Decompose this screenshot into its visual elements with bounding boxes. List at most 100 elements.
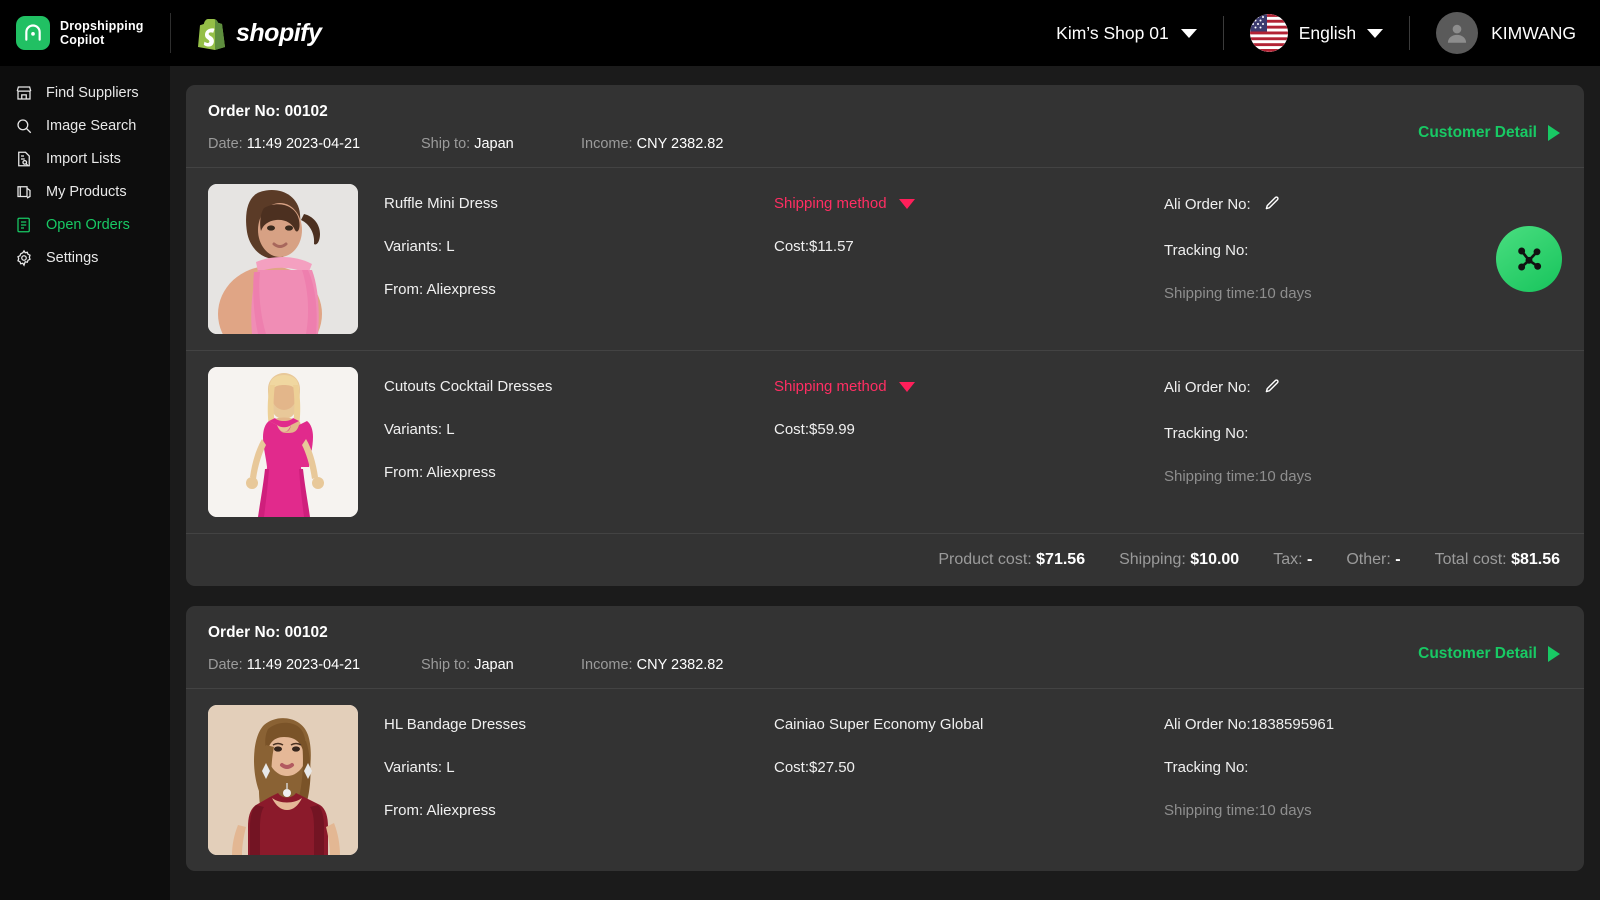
shopify-wordmark: shopify: [236, 18, 322, 47]
chevron-down-icon: [1180, 28, 1197, 38]
top-bar-right: Kim’s Shop 01 English KIMWANG: [1056, 0, 1600, 66]
brand-name: Dropshipping Copilot: [60, 19, 144, 47]
user-name: KIMWANG: [1491, 22, 1576, 43]
fulfillment-info: Ali Order No:1838595961 Tracking No: Shi…: [1164, 705, 1562, 819]
gear-icon: [14, 248, 33, 267]
order-number: Order No: 00102: [208, 624, 328, 641]
product-cost: Cost:$59.99: [774, 421, 855, 438]
order-meta: Date: 11:49 2023-04-21 Ship to: Japan In…: [208, 136, 1562, 152]
total-shipping: Shipping: $10.00: [1119, 551, 1240, 568]
tag-products-icon: [14, 182, 33, 201]
shipping-info: Shipping method Cost:$59.99: [774, 367, 1164, 481]
sidebar-item-label: My Products: [46, 183, 127, 200]
share-nodes-button[interactable]: [1496, 226, 1562, 292]
shipping-method-dropdown[interactable]: Shipping method: [774, 378, 915, 395]
order-income: Income: CNY 2382.82: [581, 657, 724, 673]
product-thumbnail[interactable]: [208, 705, 358, 855]
shipping-method-value: Cainiao Super Economy Global: [774, 716, 984, 733]
product-info: Cutouts Cocktail Dresses Variants: L Fro…: [384, 367, 774, 481]
chevron-down-icon: [1367, 28, 1384, 38]
product-cost: Cost:$27.50: [774, 759, 855, 776]
order-card: Order No: 00102 Date: 11:49 2023-04-21 S…: [186, 606, 1584, 871]
order-income: Income: CNY 2382.82: [581, 136, 724, 152]
order-item-row: HL Bandage Dresses Variants: L From: Ali…: [186, 688, 1584, 871]
order-item-row: Cutouts Cocktail Dresses Variants: L Fro…: [186, 350, 1584, 533]
customer-detail-label: Customer Detail: [1418, 645, 1537, 662]
pencil-edit-icon[interactable]: [1263, 378, 1280, 399]
order-item-row: Ruffle Mini Dress Variants: L From: Alie…: [186, 167, 1584, 350]
sidebar-item-my-products[interactable]: My Products: [0, 175, 170, 208]
divider: [1409, 16, 1411, 50]
ali-order-no: Ali Order No:: [1164, 195, 1562, 216]
order-number: Order No: 00102: [208, 103, 328, 120]
shipping-info: Cainiao Super Economy Global Cost:$27.50: [774, 705, 1164, 819]
product-info: HL Bandage Dresses Variants: L From: Ali…: [384, 705, 774, 819]
product-source: From: Aliexpress: [384, 464, 496, 481]
chevron-down-icon: [898, 381, 915, 392]
product-variant: Variants: L: [384, 238, 455, 255]
product-cost: Cost:$11.57: [774, 238, 854, 255]
sidebar-item-settings[interactable]: Settings: [0, 241, 170, 274]
order-header: Order No: 00102 Date: 11:49 2023-04-21 S…: [186, 85, 1584, 167]
brand-divider: [170, 13, 171, 53]
sidebar-item-image-search[interactable]: Image Search: [0, 109, 170, 142]
total-cost: Total cost: $81.56: [1434, 551, 1560, 568]
shipping-time: Shipping time:10 days: [1164, 285, 1312, 302]
customer-detail-link[interactable]: Customer Detail: [1418, 124, 1560, 142]
product-variant: Variants: L: [384, 759, 455, 776]
shipping-info: Shipping method Cost:$11.57: [774, 184, 1164, 298]
tracking-no: Tracking No:: [1164, 425, 1249, 442]
sidebar-item-label: Open Orders: [46, 216, 130, 233]
sidebar-item-open-orders[interactable]: Open Orders: [0, 208, 170, 241]
sidebar-item-label: Import Lists: [46, 150, 121, 167]
language-selector[interactable]: English: [1249, 14, 1384, 52]
product-variant: Variants: L: [384, 421, 455, 438]
sidebar-item-import-lists[interactable]: Import Lists: [0, 142, 170, 175]
shipping-time: Shipping time:10 days: [1164, 468, 1312, 485]
product-source: From: Aliexpress: [384, 281, 496, 298]
shipping-method-label: Shipping method: [774, 378, 887, 395]
app-logo-icon: [16, 16, 50, 50]
total-other: Other: -: [1346, 551, 1401, 568]
share-nodes-icon: [1518, 247, 1542, 271]
fulfillment-info: Ali Order No: Tracking No: Shipping time…: [1164, 367, 1562, 485]
order-card: Order No: 00102 Date: 11:49 2023-04-21 S…: [186, 85, 1584, 586]
sidebar-item-label: Image Search: [46, 117, 137, 134]
sidebar: Find Suppliers Image Search Import Lists…: [0, 66, 170, 900]
triangle-right-icon: [1548, 646, 1560, 662]
shop-selector[interactable]: Kim’s Shop 01: [1056, 23, 1197, 44]
order-ship-to: Ship to: Japan: [421, 657, 514, 673]
language-label: English: [1298, 22, 1357, 43]
order-header: Order No: 00102 Date: 11:49 2023-04-21 S…: [186, 606, 1584, 688]
product-thumbnail[interactable]: [208, 184, 358, 334]
shopify-bag-icon: [198, 19, 225, 50]
product-title: Cutouts Cocktail Dresses: [384, 378, 553, 395]
shipping-method-label: Shipping method: [774, 195, 887, 212]
sidebar-item-label: Find Suppliers: [46, 84, 139, 101]
total-product-cost: Product cost: $71.56: [938, 551, 1086, 568]
user-menu[interactable]: KIMWANG: [1436, 12, 1576, 54]
order-date: Date: 11:49 2023-04-21: [208, 136, 361, 152]
ali-order-no: Ali Order No:1838595961: [1164, 716, 1335, 733]
search-icon: [14, 116, 33, 135]
customer-detail-link[interactable]: Customer Detail: [1418, 645, 1560, 663]
divider: [1222, 16, 1224, 50]
product-title: Ruffle Mini Dress: [384, 195, 498, 212]
tracking-no: Tracking No:: [1164, 759, 1249, 776]
order-totals: Product cost: $71.56 Shipping: $10.00 Ta…: [186, 533, 1584, 586]
document-list-icon: [14, 149, 33, 168]
chevron-down-icon: [898, 198, 915, 209]
product-thumbnail[interactable]: [208, 367, 358, 517]
order-ship-to: Ship to: Japan: [421, 136, 514, 152]
sidebar-item-find-suppliers[interactable]: Find Suppliers: [0, 76, 170, 109]
ali-order-no: Ali Order No:: [1164, 378, 1562, 399]
customer-detail-label: Customer Detail: [1418, 124, 1537, 141]
pencil-edit-icon[interactable]: [1263, 195, 1280, 216]
shipping-method-dropdown[interactable]: Shipping method: [774, 195, 915, 212]
triangle-right-icon: [1548, 125, 1560, 141]
product-source: From: Aliexpress: [384, 802, 496, 819]
shopify-badge: shopify: [197, 16, 322, 50]
